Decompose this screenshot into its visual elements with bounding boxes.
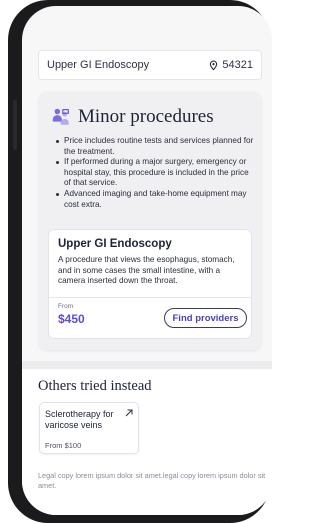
minor-procedures-card: Minor procedures Price includes routine …	[39, 92, 261, 350]
zip-code[interactable]: 54321	[208, 59, 253, 71]
procedure-note: If performed during a major surgery, eme…	[55, 157, 255, 189]
procedure-name: Upper GI Endoscopy	[58, 238, 172, 250]
map-pin-icon	[210, 60, 218, 70]
others-title: Others tried instead	[38, 378, 152, 394]
alternative-procedure-card[interactable]: Sclerotherapy for varicose veins From $1…	[39, 402, 139, 454]
procedure-note: Price includes routine tests and service…	[55, 136, 255, 157]
arrow-up-right-icon	[125, 409, 133, 417]
price-from-label: From	[58, 303, 74, 310]
phone-frame: Upper GI Endoscopy 54321 Minor procedure…	[8, 0, 272, 523]
legal-copy: Legal copy lorem ipsum dolor sit amet.le…	[38, 471, 266, 490]
procedure-description: A procedure that views the esophagus, st…	[58, 255, 235, 286]
find-providers-button[interactable]: Find providers	[164, 308, 247, 328]
procedure-notes-list: Price includes routine tests and service…	[55, 136, 255, 210]
alternative-procedure-price: From $100	[45, 441, 82, 450]
procedure-price: $450	[58, 312, 85, 326]
zip-code-value: 54321	[222, 59, 253, 71]
phone-side-button	[13, 100, 17, 150]
procedure-detail-card: Upper GI Endoscopy A procedure that view…	[48, 229, 252, 339]
procedures-title: Minor procedures	[78, 106, 214, 127]
procedure-note: Advanced imaging and take-home equipment…	[55, 189, 255, 210]
procedure-search-value[interactable]: Upper GI Endoscopy	[47, 59, 149, 71]
others-section: Others tried instead Sclerotherapy for v…	[22, 369, 272, 515]
people-icon	[52, 108, 69, 125]
card-divider	[49, 297, 251, 298]
alternative-procedure-name: Sclerotherapy for varicose veins	[45, 409, 114, 430]
procedures-header: Minor procedures	[50, 106, 214, 128]
search-bar[interactable]: Upper GI Endoscopy 54321	[38, 50, 262, 80]
section-divider	[22, 361, 272, 369]
screen: Upper GI Endoscopy 54321 Minor procedure…	[22, 6, 272, 515]
